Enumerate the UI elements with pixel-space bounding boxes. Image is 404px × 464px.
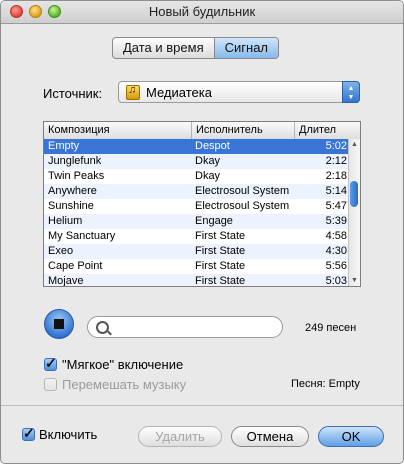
enable-checkbox[interactable] [22,425,35,442]
popup-arrows-icon: ▲ ▼ [342,81,360,103]
cell-title: My Sanctuary [48,230,116,242]
divider [1,405,403,406]
cell-duration: 4:58 [325,230,347,242]
tab-sound[interactable]: Сигнал [213,38,279,58]
window-title: Новый будильник [148,4,256,19]
column-header-artist[interactable]: Исполнитель [191,122,294,139]
cell-title: Cape Point [48,260,103,272]
table-scrollbar[interactable]: ▲ ▼ [348,139,360,286]
cell-duration: 5:39 [325,215,347,227]
table-row[interactable]: Junglefunk Dkay 2:12 [44,154,349,169]
column-header-title[interactable]: Композиция [44,122,191,139]
source-value: Медиатека [146,85,212,100]
table-row[interactable]: Mojave First State 5:03 [44,274,349,287]
fade-in-checkbox[interactable] [44,355,57,372]
cell-title: Anywhere [48,185,97,197]
cell-artist: Dkay [195,170,221,182]
cell-title: Empty [48,140,80,152]
selected-song-label: Песня: Empty [291,378,360,390]
table-row[interactable]: Anywhere Electrosoul System 5:14 [44,184,349,199]
title-bar: Новый будильник [1,1,403,24]
cell-artist: First State [195,260,246,272]
tab-bar: Дата и время Сигнал [112,37,280,59]
table-row[interactable]: Twin Peaks Dkay 2:18 [44,169,349,184]
cell-artist: Dkay [195,155,221,167]
table-header: Композиция Исполнитель Длител [44,122,360,140]
cell-duration: 2:18 [325,170,347,182]
cell-artist: Electrosoul System [195,185,290,197]
cell-artist: Electrosoul System [195,200,290,212]
table-row[interactable]: Cape Point First State 5:56 [44,259,349,274]
cell-title: Sunshine [48,200,94,212]
cell-duration: 5:47 [325,200,347,212]
cell-title: Exeo [48,245,74,257]
cell-artist: First State [195,230,246,242]
source-label: Источник: [43,86,103,101]
table-row[interactable]: Exeo First State 4:30 [44,244,349,259]
table-row[interactable]: Empty Despot 5:02 [44,139,349,154]
cancel-button[interactable]: Отмена [231,426,309,447]
source-popup[interactable]: Медиатека ▲▼ [118,81,360,103]
alarm-dialog: Новый будильник Дата и время Сигнал Исто… [0,0,404,464]
cell-title: Mojave [48,275,84,287]
scroll-thumb[interactable] [350,181,358,207]
cell-artist: First State [195,275,246,287]
tab-date-time[interactable]: Дата и время [113,38,214,58]
stop-preview-button[interactable] [44,309,74,339]
tracks-table: Композиция Исполнитель Длител Empty Despo… [43,121,361,287]
table-row[interactable]: Helium Engage 5:39 [44,214,349,229]
cell-title: Twin Peaks [48,170,105,182]
cell-duration: 5:02 [325,140,347,152]
cell-title: Helium [48,215,83,227]
cell-duration: 5:14 [325,185,347,197]
cell-artist: First State [195,245,246,257]
fade-in-label[interactable]: "Мягкое" включение [62,357,183,372]
ok-button[interactable]: OK [318,426,384,447]
cell-artist: Engage [195,215,233,227]
shuffle-label: Перемешать музыку [62,377,187,392]
song-count: 249 песен [305,322,357,334]
shuffle-checkbox[interactable] [44,378,57,391]
cell-artist: Despot [195,140,230,152]
cell-duration: 5:03 [325,275,347,287]
column-header-duration[interactable]: Длител [294,122,349,139]
scroll-up-arrow-icon[interactable]: ▲ [349,139,360,150]
cell-duration: 2:12 [325,155,347,167]
scroll-down-arrow-icon[interactable]: ▼ [349,275,360,286]
enable-label[interactable]: Включить [39,427,97,442]
cell-title: Junglefunk [48,155,102,167]
delete-button[interactable]: Удалить [138,426,222,447]
table-row[interactable]: My Sanctuary First State 4:58 [44,229,349,244]
table-row[interactable]: Sunshine Electrosoul System 5:47 [44,199,349,214]
search-icon [96,321,109,334]
table-body: Empty Despot 5:02 Junglefunk Dkay 2:12 Twin Pe… [44,139,349,287]
cell-duration: 4:30 [325,245,347,257]
cell-duration: 5:56 [325,260,347,272]
search-field[interactable] [87,316,283,338]
music-library-icon [126,84,140,100]
